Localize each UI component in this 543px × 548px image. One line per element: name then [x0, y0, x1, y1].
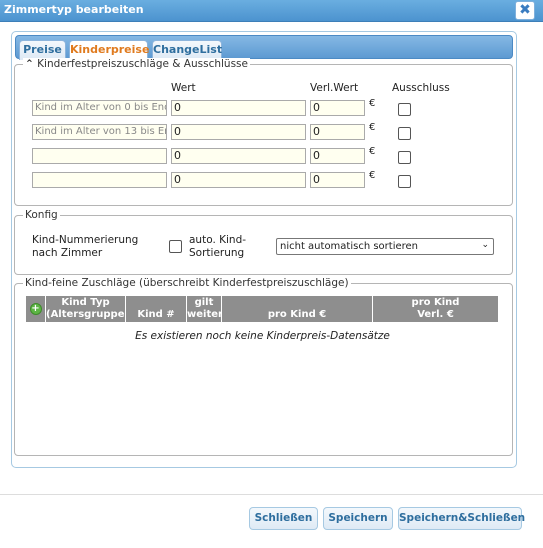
wert-field[interactable]: 0: [171, 148, 306, 164]
wert-field[interactable]: 0: [171, 172, 306, 188]
add-icon[interactable]: +: [29, 303, 42, 315]
currency-label: €: [369, 98, 376, 109]
wert-field[interactable]: 0: [171, 124, 306, 140]
age-group-field[interactable]: Kind im Alter von 13 bis Ende: [32, 124, 167, 140]
verl-wert-field[interactable]: 0: [310, 148, 365, 164]
tab-changelist[interactable]: ChangeList: [152, 40, 222, 60]
fixed-price-legend: ⌃ Kinderfestpreiszuschläge & Ausschlüsse: [23, 58, 250, 71]
add-cell: +: [26, 296, 46, 322]
col-pro-kind: pro Kind €: [222, 296, 373, 322]
verl-wert-field[interactable]: 0: [310, 172, 365, 188]
config-legend: Konfig: [23, 209, 60, 222]
age-group-field[interactable]: Kind im Alter von 0 bis Ende: [32, 100, 167, 116]
wert-field[interactable]: 0: [171, 100, 306, 116]
col-pro-kind-verl: pro Kind Verl. €: [373, 296, 499, 322]
col-kind-nr: Kind #: [126, 296, 187, 322]
chevron-down-icon: ⌄: [481, 240, 489, 250]
exclusion-checkbox[interactable]: [398, 127, 411, 140]
age-group-field[interactable]: [32, 172, 167, 188]
col-kind-typ: Kind Typ (Altersgruppe): [46, 296, 130, 322]
exclusion-checkbox[interactable]: [398, 103, 411, 116]
save-button[interactable]: Speichern: [323, 507, 393, 530]
fixed-price-legend-text: Kinderfestpreiszuschläge & Ausschlüsse: [37, 58, 248, 70]
currency-label: €: [369, 146, 376, 157]
verl-wert-field[interactable]: 0: [310, 124, 365, 140]
col-header-wert: Wert: [171, 82, 196, 94]
col-header-ausschluss: Ausschluss: [392, 82, 450, 94]
close-button[interactable]: Schließen: [249, 507, 318, 530]
age-group-field[interactable]: [32, 148, 167, 164]
window-titlebar: Zimmertyp bearbeiten ✖: [0, 0, 543, 22]
tab-preise[interactable]: Preise: [19, 40, 66, 60]
exclusion-checkbox[interactable]: [398, 151, 411, 164]
auto-sort-checkbox[interactable]: [169, 240, 182, 253]
close-icon[interactable]: ✖: [515, 1, 535, 20]
save-and-close-button[interactable]: Speichern&Schließen: [398, 507, 525, 530]
empty-table-message: Es existieren noch keine Kinderpreis-Dat…: [135, 330, 390, 342]
col-gilt-weiter: gilt weiter: [187, 296, 223, 322]
sort-select[interactable]: nicht automatisch sortieren ⌄: [276, 238, 494, 255]
footer-divider: [0, 494, 543, 495]
tab-bar: Preise Kinderpreise ChangeList: [15, 35, 513, 61]
verl-wert-field[interactable]: 0: [310, 100, 365, 116]
currency-label: €: [369, 170, 376, 181]
exclusion-checkbox[interactable]: [398, 175, 411, 188]
sort-select-value: nicht automatisch sortieren: [280, 241, 419, 252]
numbering-label: Kind-Nummerierung nach Zimmer: [32, 234, 139, 259]
auto-sort-label: auto. Kind-Sortierung: [189, 234, 247, 259]
col-header-verl-wert: Verl.Wert: [310, 82, 359, 94]
window-title: Zimmertyp bearbeiten: [4, 3, 144, 16]
child-surcharge-legend: Kind-feine Zuschläge (überschreibt Kinde…: [23, 277, 351, 290]
collapse-icon[interactable]: ⌃: [25, 58, 34, 70]
currency-label: €: [369, 122, 376, 133]
